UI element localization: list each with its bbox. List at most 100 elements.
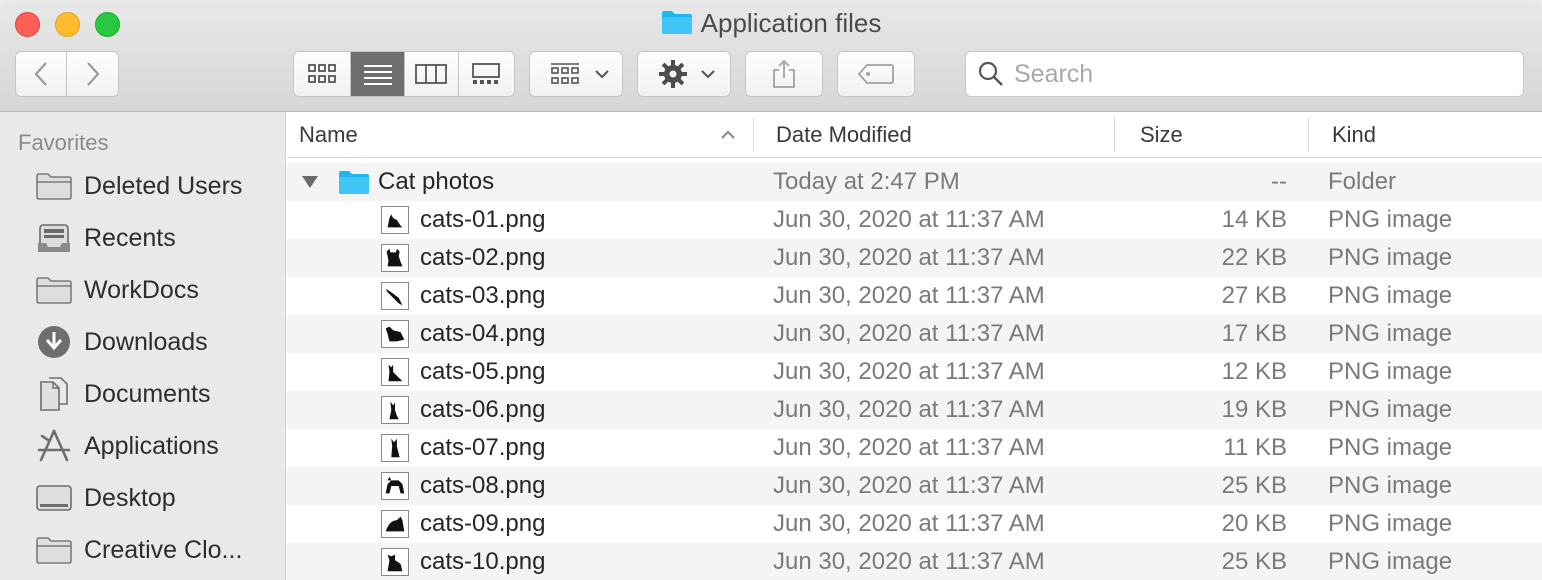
column-divider[interactable] — [1114, 118, 1115, 152]
sidebar-item-label: Desktop — [84, 483, 176, 512]
sidebar-item-label: Deleted Users — [84, 171, 243, 200]
image-thumbnail-icon — [381, 277, 421, 315]
file-size: 20 KB — [1221, 510, 1287, 537]
image-thumbnail-icon — [381, 239, 421, 277]
sidebar-item-recents[interactable]: Recents — [0, 214, 286, 262]
folder-icon — [338, 163, 370, 201]
icon-grid-icon — [308, 64, 337, 83]
file-size: 25 KB — [1221, 548, 1287, 575]
file-row[interactable]: cats-07.png Jun 30, 2020 at 11:37 AM 11 KB… — [287, 429, 1542, 467]
tag-icon — [857, 64, 894, 84]
file-kind: Folder — [1328, 168, 1397, 195]
file-row[interactable]: cats-09.png Jun 30, 2020 at 11:37 AM 20 KB… — [287, 505, 1542, 543]
column-header-kind[interactable]: Kind — [1332, 112, 1532, 158]
action-button[interactable] — [637, 51, 731, 97]
list-view-button[interactable] — [351, 52, 405, 96]
group-grid-icon — [551, 63, 579, 84]
file-date: Today at 2:47 PM — [773, 168, 960, 195]
applications-icon — [34, 426, 74, 466]
chevron-left-icon — [34, 62, 47, 86]
folder-icon — [34, 166, 74, 206]
image-thumbnail-icon — [381, 543, 421, 580]
file-date: Jun 30, 2020 at 11:37 AM — [773, 472, 1045, 499]
file-kind: PNG image — [1328, 282, 1453, 309]
file-row[interactable]: cats-02.png Jun 30, 2020 at 11:37 AM 22 KB… — [287, 239, 1542, 277]
desktop-icon — [34, 478, 74, 518]
disclosure-triangle[interactable] — [301, 163, 319, 201]
column-divider[interactable] — [1308, 118, 1309, 152]
file-size: 12 KB — [1221, 358, 1287, 385]
file-date: Jun 30, 2020 at 11:37 AM — [773, 244, 1045, 271]
file-kind: PNG image — [1328, 510, 1453, 537]
file-date: Jun 30, 2020 at 11:37 AM — [773, 320, 1045, 347]
file-name: cats-08.png — [420, 472, 546, 499]
file-name: cats-01.png — [420, 206, 546, 233]
file-name: cats-05.png — [420, 358, 546, 385]
file-size: 22 KB — [1221, 244, 1287, 271]
share-icon — [773, 59, 795, 88]
file-row[interactable]: cats-03.png Jun 30, 2020 at 11:37 AM 27 KB… — [287, 277, 1542, 315]
search-input[interactable] — [1014, 59, 1494, 89]
file-kind: PNG image — [1328, 472, 1453, 499]
sidebar-item-label: WorkDocs — [84, 275, 199, 304]
search-field[interactable] — [965, 51, 1524, 97]
file-date: Jun 30, 2020 at 11:37 AM — [773, 282, 1045, 309]
file-date: Jun 30, 2020 at 11:37 AM — [773, 510, 1045, 537]
gear-icon — [659, 60, 687, 88]
icon-view-button[interactable] — [294, 52, 352, 96]
share-button[interactable] — [745, 51, 823, 97]
sidebar-item-desktop[interactable]: Desktop — [0, 474, 286, 522]
image-thumbnail-icon — [381, 505, 421, 543]
file-row[interactable]: cats-08.png Jun 30, 2020 at 11:37 AM 25 KB… — [287, 467, 1542, 505]
group-button[interactable] — [529, 51, 623, 97]
file-date: Jun 30, 2020 at 11:37 AM — [773, 206, 1045, 233]
sidebar-item-label: Applications — [84, 431, 219, 460]
column-divider[interactable] — [753, 118, 754, 152]
sidebar-item-deleted-users[interactable]: Deleted Users — [0, 162, 286, 210]
file-kind: PNG image — [1328, 396, 1453, 423]
column-header-size[interactable]: Size — [1140, 112, 1310, 158]
file-row[interactable]: cats-06.png Jun 30, 2020 at 11:37 AM 19 KB… — [287, 391, 1542, 429]
folder-icon — [34, 530, 74, 570]
column-view-button[interactable] — [405, 52, 459, 96]
image-thumbnail-icon — [381, 315, 421, 353]
image-thumbnail-icon — [381, 467, 421, 505]
chevron-down-icon — [595, 70, 609, 79]
column-label: Kind — [1332, 122, 1377, 147]
image-thumbnail-icon — [381, 201, 421, 239]
list-icon — [363, 65, 392, 85]
sidebar-item-creative-cloud[interactable]: Creative Clo... — [0, 526, 286, 574]
column-header-name[interactable]: Name — [299, 112, 739, 158]
sidebar-item-workdocs[interactable]: WorkDocs — [0, 266, 286, 314]
folder-row[interactable]: Cat photos Today at 2:47 PM -- Folder — [287, 163, 1542, 201]
file-row[interactable]: cats-05.png Jun 30, 2020 at 11:37 AM 12 KB… — [287, 353, 1542, 391]
sidebar-item-downloads[interactable]: Downloads — [0, 318, 286, 366]
file-size: 27 KB — [1221, 282, 1287, 309]
image-thumbnail-icon — [381, 353, 421, 391]
sidebar: Favorites Deleted Users Recents WorkDocs… — [0, 112, 286, 580]
tag-button[interactable] — [837, 51, 915, 97]
sidebar-item-label: Downloads — [84, 327, 208, 356]
file-size: 25 KB — [1221, 472, 1287, 499]
file-name: cats-02.png — [420, 244, 546, 271]
file-row[interactable]: cats-01.png Jun 30, 2020 at 11:37 AM 14 KB… — [287, 201, 1542, 239]
chevron-right-icon — [86, 62, 99, 86]
file-list: Name Date Modified Size Kind Cat photos … — [287, 112, 1542, 580]
gallery-view-button[interactable] — [459, 52, 514, 96]
window-title-text: Application files — [700, 8, 882, 38]
file-name: cats-10.png — [420, 548, 546, 575]
sidebar-item-documents[interactable]: Documents — [0, 370, 286, 418]
file-row[interactable]: cats-10.png Jun 30, 2020 at 11:37 AM 25 KB… — [287, 543, 1542, 580]
sidebar-item-applications[interactable]: Applications — [0, 422, 286, 470]
folder-icon — [661, 9, 693, 42]
columns-icon — [415, 64, 448, 84]
file-row[interactable]: cats-04.png Jun 30, 2020 at 11:37 AM 17 KB… — [287, 315, 1542, 353]
file-name: cats-03.png — [420, 282, 546, 309]
file-date: Jun 30, 2020 at 11:37 AM — [773, 434, 1045, 461]
column-header-date-modified[interactable]: Date Modified — [776, 112, 1106, 158]
forward-button[interactable] — [67, 52, 118, 96]
gallery-icon — [472, 63, 501, 84]
file-date: Jun 30, 2020 at 11:37 AM — [773, 358, 1045, 385]
folder-icon — [34, 270, 74, 310]
back-button[interactable] — [16, 52, 68, 96]
